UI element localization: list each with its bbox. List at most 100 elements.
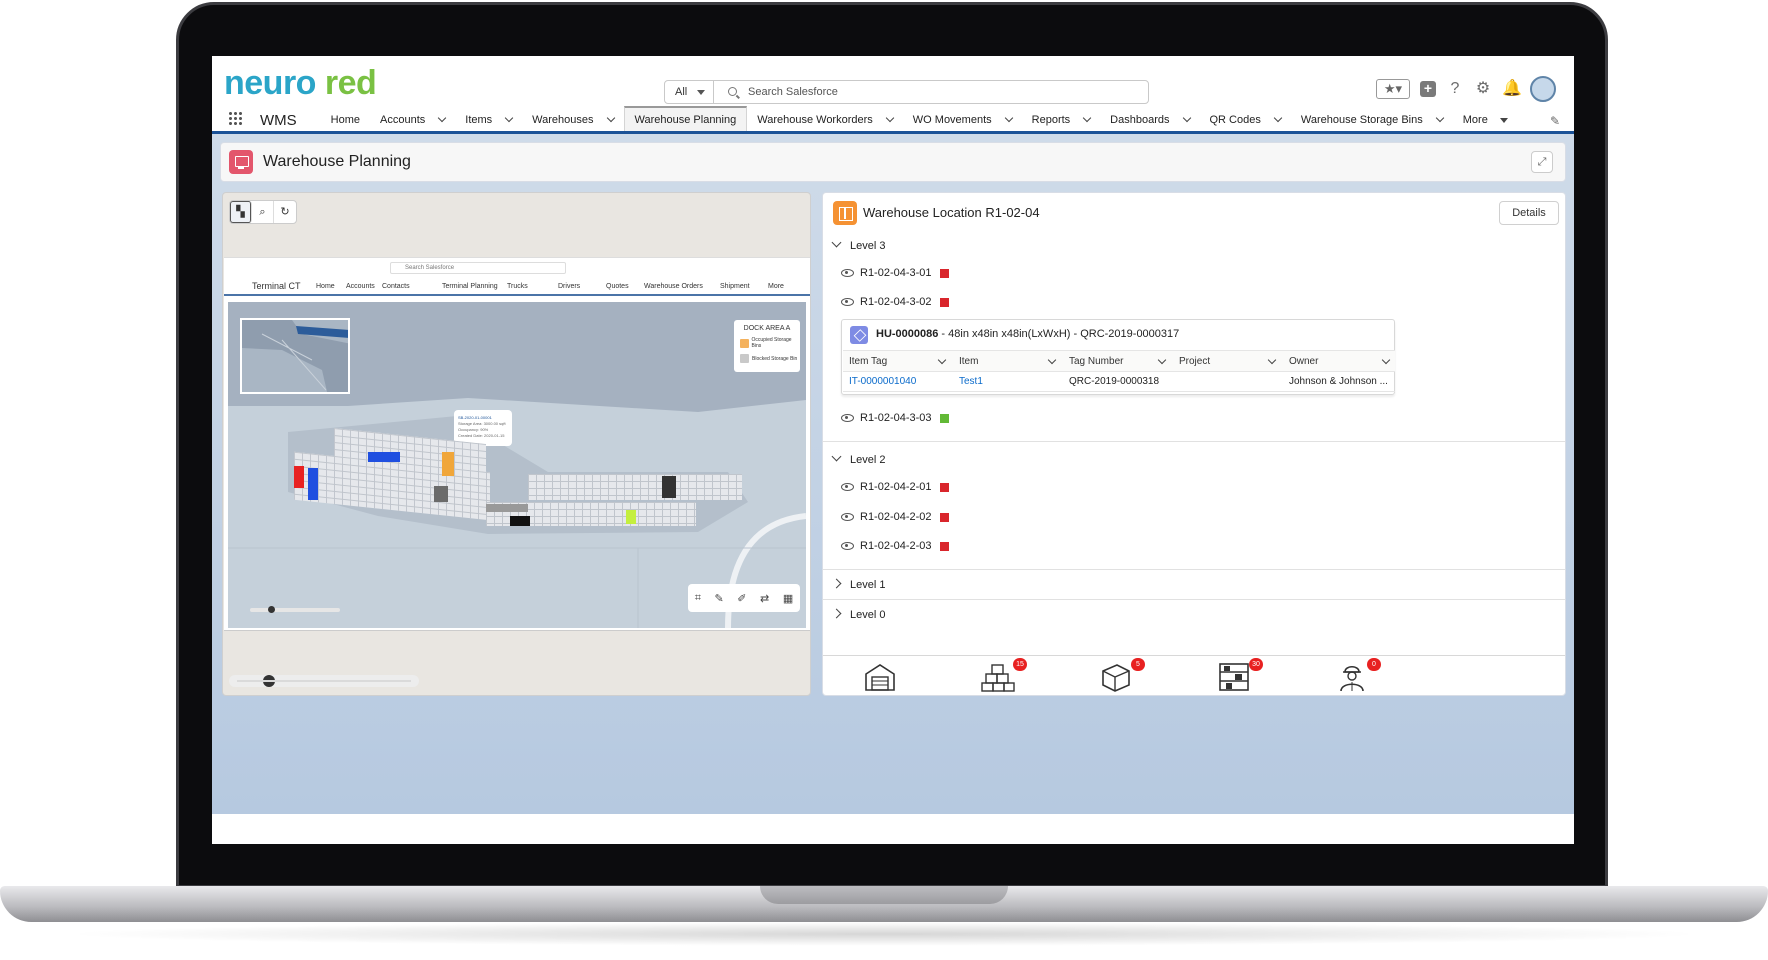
storage-bin-grid[interactable] — [528, 474, 742, 500]
eye-icon[interactable] — [841, 269, 854, 277]
mini-nav-item[interactable]: Shipment — [720, 283, 750, 290]
search-scope-dropdown[interactable]: All — [664, 80, 714, 104]
bin-row[interactable]: R1-02-04-2-02 — [841, 511, 949, 523]
chevron-down-icon[interactable] — [885, 113, 895, 123]
column-header[interactable]: Project — [1179, 356, 1210, 367]
mini-nav-item[interactable]: Home — [316, 283, 335, 290]
zoom-search-icon[interactable]: ⌕ — [252, 201, 274, 223]
column-header[interactable]: Tag Number — [1069, 356, 1123, 367]
edit-nav-pencil-icon[interactable]: ✎ — [1550, 114, 1560, 128]
sync-arrows-icon[interactable]: ⇄ — [760, 592, 769, 605]
nav-item-warehouse-storage-bins[interactable]: Warehouse Storage Bins — [1291, 106, 1453, 131]
qr-scan-icon[interactable]: ⌗ — [695, 592, 701, 605]
chevron-down-icon[interactable] — [1082, 113, 1092, 123]
storage-bin[interactable] — [434, 486, 448, 502]
eye-icon[interactable] — [841, 414, 854, 422]
map-zoom-slider[interactable] — [250, 606, 340, 613]
bin-row[interactable]: R1-02-04-2-03 — [841, 540, 949, 552]
global-search-input[interactable]: Search Salesforce — [713, 80, 1149, 104]
occupied-bin[interactable] — [308, 468, 318, 500]
nav-item-home[interactable]: Home — [321, 106, 370, 131]
storage-bin[interactable] — [626, 510, 636, 524]
fullscreen-expand-icon[interactable]: ⤢ — [1531, 151, 1553, 173]
mini-nav-item[interactable]: Warehouse Orders — [644, 283, 703, 290]
level-0-toggle[interactable]: Level 0 — [831, 608, 885, 621]
worker-icon[interactable]: 0 — [1335, 658, 1381, 692]
chevron-down-icon[interactable] — [1435, 113, 1444, 123]
item-link[interactable]: Test1 — [959, 376, 983, 387]
calendar-icon[interactable]: ▦ — [783, 592, 793, 605]
layers-tool-icon[interactable]: ▚ — [230, 201, 252, 223]
nav-item-items[interactable]: Items — [455, 106, 522, 131]
details-button[interactable]: Details — [1499, 201, 1559, 225]
eye-icon[interactable] — [841, 483, 854, 491]
chevron-down-icon[interactable] — [1267, 355, 1277, 365]
setup-gear-icon[interactable]: ⚙ — [1474, 80, 1492, 98]
column-header[interactable]: Item Tag — [849, 356, 887, 367]
mini-nav-item[interactable]: More — [768, 283, 784, 290]
user-avatar[interactable] — [1530, 76, 1556, 102]
shelving-icon[interactable]: 30 — [1217, 658, 1263, 692]
storage-floor-map[interactable]: DOCK AREA A Occupied Storage Bins Blocke… — [228, 302, 806, 628]
chevron-down-icon[interactable] — [438, 113, 447, 123]
nav-item-warehouses[interactable]: Warehouses — [522, 106, 623, 131]
chevron-down-icon[interactable] — [937, 355, 947, 365]
draw-pencil-icon[interactable]: ✎ — [715, 592, 724, 605]
bin-row[interactable]: R1-02-04-3-03 — [841, 412, 949, 424]
neurored-logo[interactable]: neuro red — [224, 64, 377, 103]
nav-item-warehouse-planning[interactable]: Warehouse Planning — [623, 106, 748, 131]
package-icon[interactable]: 5 — [1099, 658, 1145, 692]
notifications-bell-icon[interactable]: 🔔 — [1502, 80, 1522, 98]
column-header[interactable]: Item — [959, 356, 978, 367]
item-tag-link[interactable]: IT-0000001040 — [849, 376, 916, 387]
level-2-toggle[interactable]: Level 2 — [831, 451, 885, 466]
eye-icon[interactable] — [841, 513, 854, 521]
global-add-icon[interactable]: + — [1420, 81, 1436, 97]
occupied-bin[interactable] — [368, 452, 400, 462]
nav-item-more[interactable]: More — [1453, 106, 1518, 131]
mini-nav-item[interactable]: Quotes — [606, 283, 629, 290]
mini-nav-item[interactable]: Terminal Planning — [442, 283, 498, 290]
mini-nav-item[interactable]: Accounts — [346, 283, 375, 290]
storage-bin[interactable] — [510, 516, 530, 526]
help-icon[interactable]: ? — [1446, 80, 1464, 98]
eye-icon[interactable] — [841, 298, 854, 306]
app-launcher-icon[interactable] — [212, 106, 258, 131]
embedded-map-view[interactable]: Search Salesforce Terminal CT Home Accou… — [224, 257, 810, 631]
level-1-toggle[interactable]: Level 1 — [831, 578, 885, 591]
column-header[interactable]: Owner — [1289, 356, 1318, 367]
chevron-down-icon[interactable] — [504, 113, 514, 123]
warehouse-icon[interactable] — [863, 662, 897, 692]
mini-nav-item[interactable]: Trucks — [507, 283, 528, 290]
blocked-bin[interactable] — [294, 466, 304, 488]
boxes-stack-icon[interactable]: 15 — [981, 658, 1027, 692]
chevron-down-icon[interactable] — [1273, 113, 1283, 123]
bin-row[interactable]: R1-02-04-3-01 — [841, 267, 949, 279]
edit-pencil-icon[interactable]: ✐ — [737, 592, 746, 605]
chevron-down-icon[interactable] — [1004, 113, 1013, 123]
slider-handle[interactable] — [263, 675, 275, 687]
favorites-star-icon[interactable]: ★▾ — [1376, 79, 1410, 99]
nav-item-wo-movements[interactable]: WO Movements — [903, 106, 1022, 131]
nav-item-dashboards[interactable]: Dashboards — [1100, 106, 1199, 131]
nav-item-accounts[interactable]: Accounts — [370, 106, 455, 131]
level-3-toggle[interactable]: Level 3 — [831, 237, 885, 252]
nav-item-qr-codes[interactable]: QR Codes — [1200, 106, 1291, 131]
eye-icon[interactable] — [841, 542, 854, 550]
timeline-slider[interactable] — [229, 675, 419, 687]
bin-row[interactable]: R1-02-04-2-01 — [841, 481, 949, 493]
mini-nav-item[interactable]: Drivers — [558, 283, 580, 290]
mini-nav-item[interactable]: Contacts — [382, 283, 410, 290]
bin-row[interactable]: R1-02-04-3-02 — [841, 296, 949, 308]
mini-search-input[interactable]: Search Salesforce — [390, 262, 566, 274]
slider-handle[interactable] — [268, 606, 275, 613]
overview-inset-map[interactable] — [240, 318, 350, 394]
nav-item-reports[interactable]: Reports — [1022, 106, 1101, 131]
chevron-down-icon[interactable] — [1182, 113, 1191, 123]
chevron-down-icon[interactable] — [1157, 355, 1167, 365]
chevron-down-icon[interactable] — [606, 113, 615, 123]
refresh-icon[interactable]: ↻ — [274, 201, 296, 223]
nav-item-warehouse-workorders[interactable]: Warehouse Workorders — [747, 106, 903, 131]
chevron-down-icon[interactable] — [1381, 355, 1391, 365]
storage-bin[interactable] — [662, 476, 676, 498]
